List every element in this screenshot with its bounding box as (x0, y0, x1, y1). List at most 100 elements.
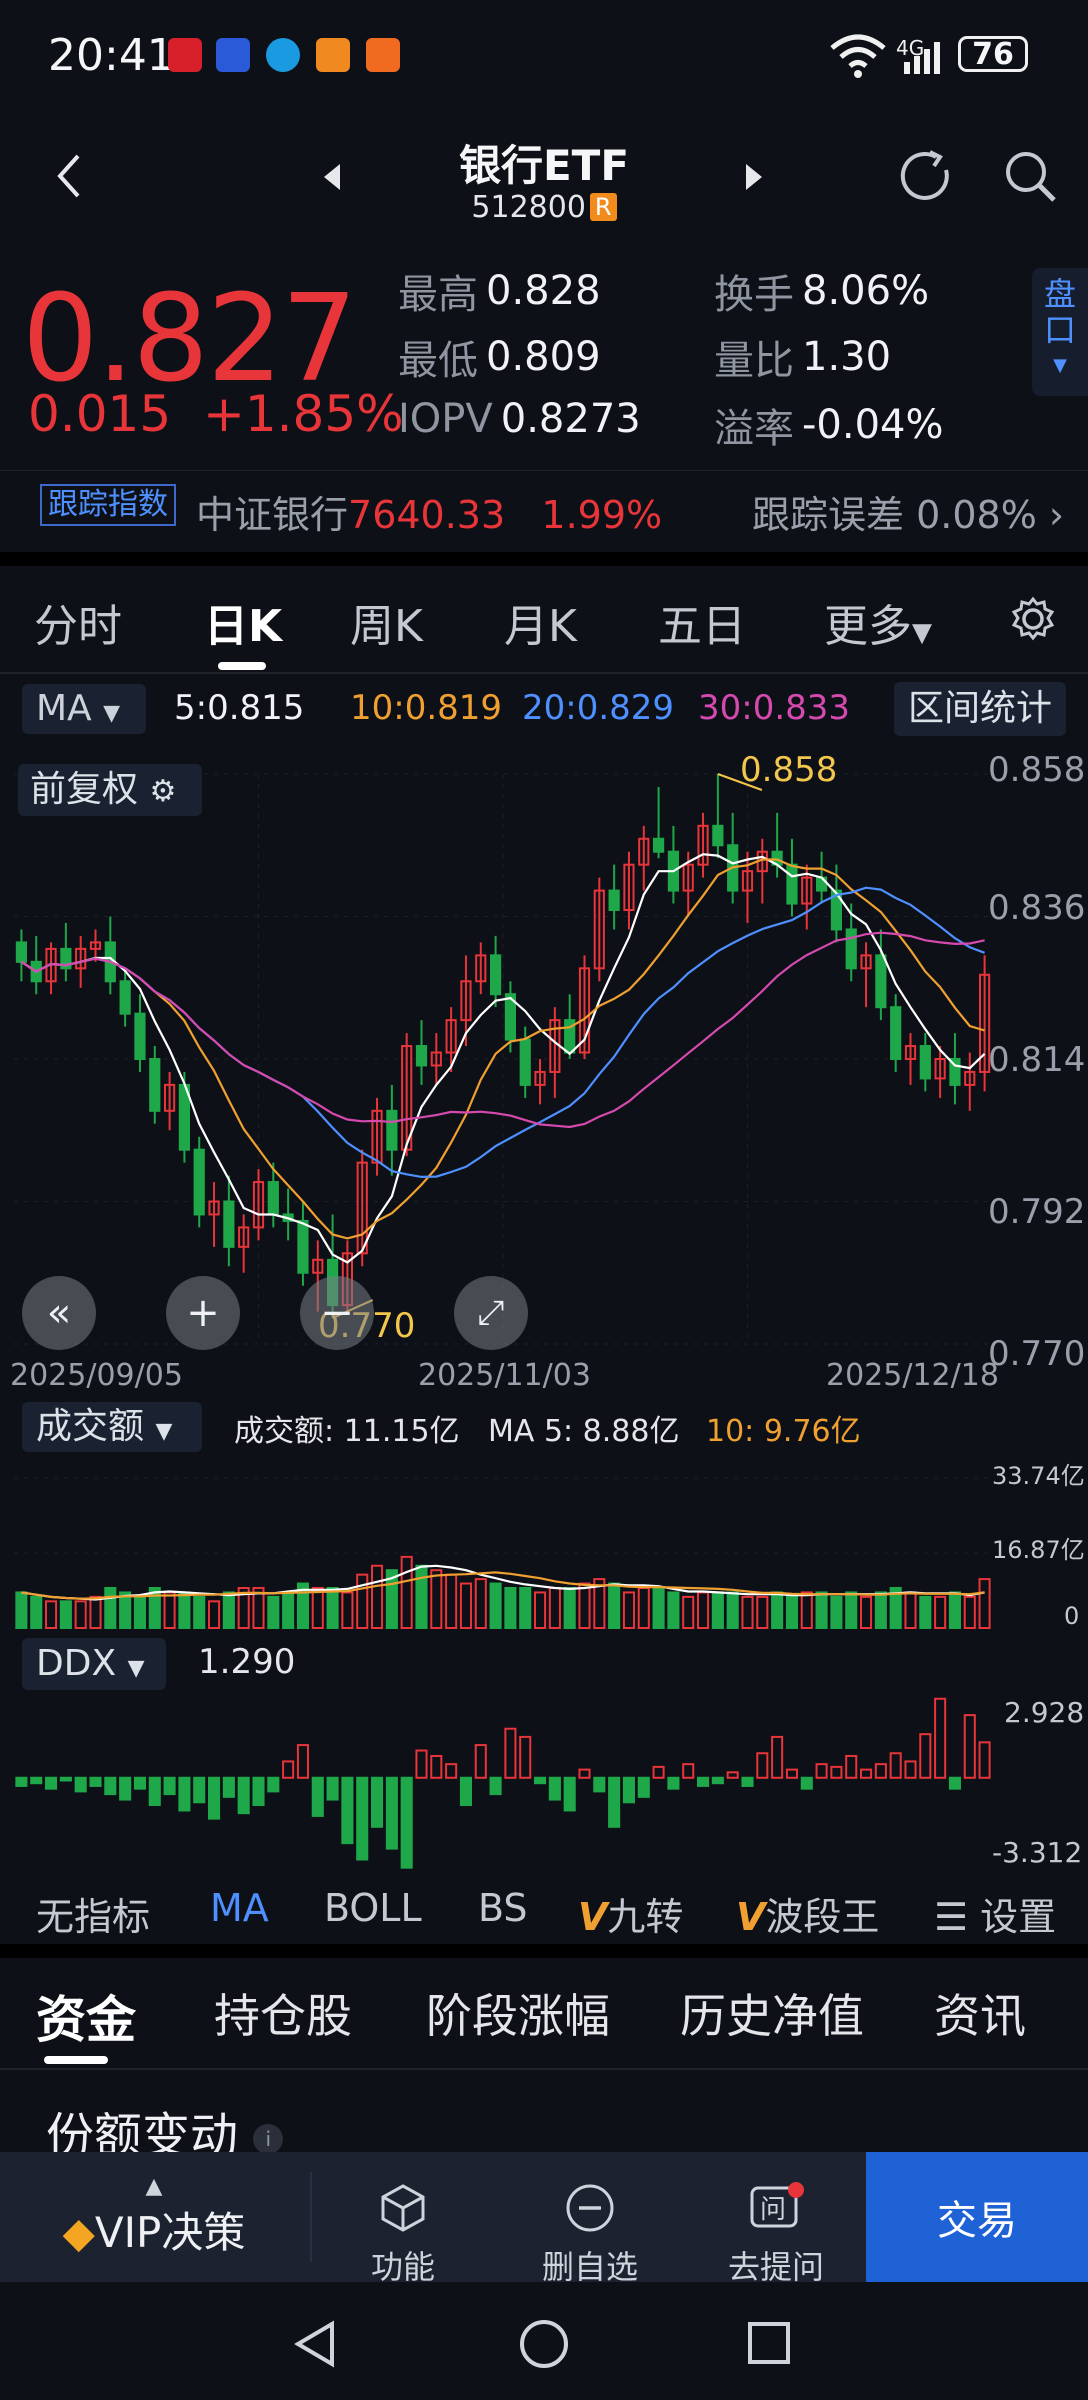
ddx-bar (563, 1776, 576, 1812)
tab-daily-k[interactable]: 日K (204, 590, 282, 654)
indicator-settings[interactable]: ☰ 设置 (934, 1886, 1056, 1941)
indicator-ma[interactable]: MA (210, 1886, 269, 1930)
tab-more[interactable]: 更多▼ (824, 590, 932, 654)
rewind-icon[interactable]: « (22, 1276, 96, 1350)
y-tick: 0.858 (988, 750, 1086, 790)
volume-dropdown[interactable]: 成交额 ▼ (22, 1402, 202, 1452)
ddx-value: 1.290 (198, 1642, 296, 1682)
tab-five-day[interactable]: 五日 (658, 590, 746, 654)
volume-bar (341, 1591, 354, 1629)
cube-icon (381, 2184, 425, 2232)
volume-bar (800, 1591, 813, 1629)
low-value: 0.809 (486, 334, 601, 380)
vip-label: VIP决策 (94, 2208, 246, 2257)
system-nav-bar (0, 2282, 1088, 2400)
trade-button[interactable]: 交易 (866, 2152, 1088, 2282)
ddx-bar (208, 1776, 221, 1820)
divider (0, 552, 1088, 566)
ddx-bar (637, 1776, 650, 1798)
order-book-tab[interactable]: 盘口 ▼ (1032, 268, 1088, 396)
function-button[interactable]: 功能 (350, 2182, 456, 2288)
indicator-nine-turn[interactable]: V九转 (578, 1886, 683, 1941)
ma20-value: 20:0.829 (522, 688, 675, 728)
vip-button[interactable]: ▲ ◆VIP决策 (44, 2174, 264, 2260)
high-label: 最高 (398, 272, 478, 318)
volume-bar (371, 1564, 384, 1630)
tracking-error: 跟踪误差 0.08% › (752, 484, 1064, 539)
nav-recents-icon[interactable] (744, 2318, 794, 2368)
date-label: 2025/09/05 (10, 1358, 183, 1393)
ddx-bar (489, 1776, 502, 1796)
adjust-button[interactable]: 前复权 ⚙ (18, 764, 202, 816)
ddx-bar (741, 1776, 754, 1787)
tab-funds[interactable]: 资金 (36, 1980, 136, 2052)
volume-bar (282, 1591, 295, 1629)
candlestick-chart[interactable] (0, 744, 1088, 1394)
tab-nav-history[interactable]: 历史净值 (680, 1980, 864, 2046)
volume-ratio-value: 1.30 (802, 334, 892, 380)
active-tab-indicator (44, 2056, 108, 2064)
remove-watchlist-button[interactable]: 删自选 (530, 2182, 650, 2288)
ddx-chart[interactable] (0, 1690, 1088, 1874)
indicator-boll[interactable]: BOLL (324, 1886, 422, 1930)
info-icon[interactable]: i (253, 2124, 284, 2154)
divider (0, 1944, 1088, 1958)
volume-bar (326, 1586, 339, 1629)
indicator-none[interactable]: 无指标 (36, 1886, 150, 1941)
tab-news[interactable]: 资讯 (934, 1980, 1026, 2046)
caret-down-icon: ▼ (127, 1656, 145, 1681)
tab-stage-gain[interactable]: 阶段涨幅 (426, 1980, 610, 2046)
volume-bar (652, 1586, 665, 1629)
ddx-dropdown[interactable]: DDX ▼ (22, 1638, 166, 1690)
tab-holdings[interactable]: 持仓股 (214, 1980, 352, 2046)
low-stat: 最低 0.809 (398, 328, 601, 386)
volume-bar (741, 1595, 754, 1630)
volume-bar (356, 1573, 369, 1629)
zoom-in-icon[interactable]: + (166, 1276, 240, 1350)
ask-question-button[interactable]: 问 去提问 (716, 2182, 836, 2288)
ddx-bar (845, 1754, 858, 1779)
ddx-bar (697, 1776, 710, 1787)
ddx-bar (667, 1776, 680, 1790)
volume-bar (963, 1595, 976, 1630)
volume-bar (726, 1591, 739, 1629)
zoom-out-icon[interactable]: − (300, 1276, 374, 1350)
volume-bar (15, 1591, 28, 1629)
indicator-wave-king[interactable]: V波段王 (736, 1886, 879, 1941)
volume-bar (534, 1591, 547, 1629)
volume-bar (785, 1595, 798, 1630)
turnover-stat: 换手 8.06% (714, 262, 929, 320)
volume-bar (815, 1591, 828, 1629)
turnover-label: 换手 (714, 272, 794, 318)
ma30-value: 30:0.833 (698, 688, 851, 728)
ddx-bar (860, 1768, 873, 1779)
volume-bar (978, 1578, 991, 1629)
next-stock-icon[interactable] (742, 160, 766, 194)
ddx-bar (371, 1776, 384, 1828)
tab-weekly-k[interactable]: 周K (350, 590, 423, 654)
ddx-bar (934, 1697, 947, 1779)
volume-bar (222, 1591, 235, 1629)
ddx-bar (756, 1752, 769, 1779)
nav-home-icon[interactable] (516, 2316, 572, 2372)
tab-timeshare[interactable]: 分时 (34, 590, 122, 654)
order-book-label: 盘口 (1043, 275, 1076, 349)
notification-app-icon (316, 38, 350, 72)
tab-monthly-k[interactable]: 月K (504, 590, 577, 654)
nav-back-icon[interactable] (290, 2318, 340, 2370)
refresh-icon[interactable] (898, 148, 956, 206)
volume-bar (934, 1595, 947, 1630)
volume-bar (948, 1591, 961, 1629)
vip-v-icon: V (736, 1895, 766, 1939)
gear-icon[interactable] (1010, 596, 1056, 642)
fullscreen-icon[interactable]: ⤢ (454, 1276, 528, 1350)
ma-dropdown[interactable]: MA ▼ (22, 684, 146, 734)
search-icon[interactable] (1002, 148, 1058, 206)
range-stats-button[interactable]: 区间统计 (894, 682, 1066, 736)
volume-chart[interactable] (0, 1452, 1088, 1632)
gear-small-icon: ⚙ (149, 774, 177, 809)
candle-body (267, 1181, 279, 1216)
indicator-bs[interactable]: BS (478, 1886, 528, 1930)
ddx-bar (578, 1768, 591, 1779)
tracking-index-tag: 跟踪指数 (40, 484, 176, 526)
